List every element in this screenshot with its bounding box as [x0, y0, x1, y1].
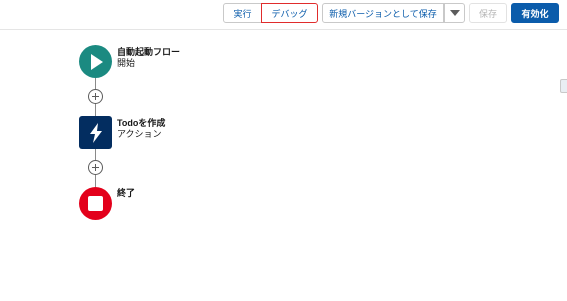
run-button[interactable]: 実行 — [223, 3, 262, 23]
save-as-new-version-button[interactable]: 新規バージョンとして保存 — [322, 3, 444, 23]
lightning-bolt-icon — [89, 122, 102, 143]
save-options-menu-button[interactable] — [444, 3, 465, 23]
panel-toggle-handle[interactable] — [560, 79, 567, 93]
play-icon — [91, 53, 103, 70]
stop-icon — [88, 196, 103, 211]
end-node[interactable] — [79, 187, 112, 220]
chevron-down-icon — [449, 10, 460, 16]
add-element-button[interactable] — [88, 89, 103, 104]
action-node-subtitle: アクション — [117, 129, 162, 139]
end-node-title: 終了 — [117, 188, 136, 198]
action-node[interactable] — [79, 116, 112, 149]
debug-button[interactable]: デバッグ — [261, 3, 318, 23]
start-node[interactable] — [79, 45, 112, 78]
save-button[interactable]: 保存 — [469, 3, 507, 23]
start-node-subtitle: 開始 — [117, 58, 136, 68]
activate-button[interactable]: 有効化 — [511, 3, 559, 23]
builder-toolbar: 実行 デバッグ 新規バージョンとして保存 保存 有効化 — [0, 0, 567, 30]
add-element-button[interactable] — [88, 160, 103, 175]
